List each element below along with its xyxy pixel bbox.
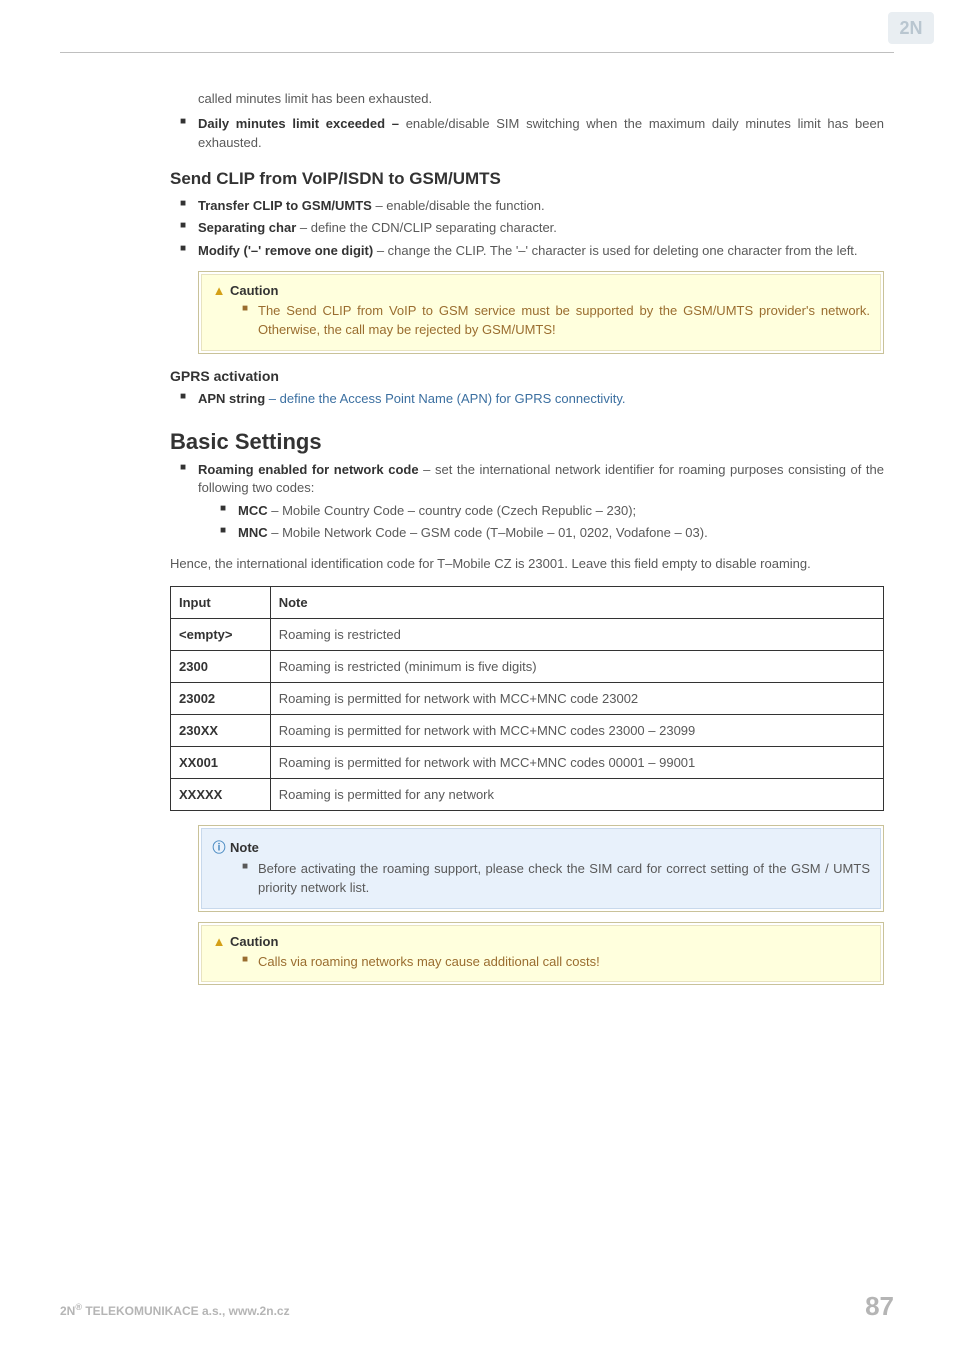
cell-note: Roaming is permitted for network with MC… xyxy=(270,746,883,778)
bullet-text: – Mobile Network Code – GSM code (T–Mobi… xyxy=(268,525,708,540)
bullet-text: – change the CLIP. The '–' character is … xyxy=(373,243,857,258)
table-row: XXXXXRoaming is permitted for any networ… xyxy=(171,778,884,810)
bullet-mcc: MCC – Mobile Country Code – country code… xyxy=(170,502,884,521)
table-row: 230XXRoaming is permitted for network wi… xyxy=(171,714,884,746)
heading-basic-settings: Basic Settings xyxy=(170,429,884,455)
bullet-transfer-clip: Transfer CLIP to GSM/UMTS – enable/disab… xyxy=(170,197,884,216)
note-box-roaming: ⓘ Note Before activating the roaming supp… xyxy=(198,825,884,912)
heading-send-clip: Send CLIP from VoIP/ISDN to GSM/UMTS xyxy=(170,169,884,189)
bullet-modify: Modify ('–' remove one digit) – change t… xyxy=(170,242,884,261)
basic-paragraph: Hence, the international identification … xyxy=(170,555,884,574)
bullet-text: – Mobile Country Code – country code (Cz… xyxy=(268,503,637,518)
page-number: 87 xyxy=(865,1291,894,1322)
bullet-bold: Modify ('–' remove one digit) xyxy=(198,243,373,258)
warning-icon: ▲ xyxy=(212,934,226,949)
bullet-mnc: MNC – Mobile Network Code – GSM code (T–… xyxy=(170,524,884,543)
th-note: Note xyxy=(270,586,883,618)
cell-note: Roaming is permitted for any network xyxy=(270,778,883,810)
cell-input: XX001 xyxy=(171,746,271,778)
bullet-bold: Daily minutes limit exceeded – xyxy=(198,116,406,131)
intro-continuation: called minutes limit has been exhausted. xyxy=(170,90,884,109)
cell-note: Roaming is permitted for network with MC… xyxy=(270,714,883,746)
note-text: Before activating the roaming support, p… xyxy=(212,860,870,898)
cell-input: 23002 xyxy=(171,682,271,714)
footer-company: 2N® TELEKOMUNIKACE a.s., www.2n.cz xyxy=(60,1302,290,1318)
th-input: Input xyxy=(171,586,271,618)
bullet-text-link: – define the Access Point Name (APN) for… xyxy=(265,391,625,406)
cell-note: Roaming is restricted (minimum is five d… xyxy=(270,650,883,682)
heading-gprs: GPRS activation xyxy=(170,368,884,384)
footer-url: TELEKOMUNIKACE a.s., www.2n.cz xyxy=(82,1304,290,1318)
bullet-bold: APN string xyxy=(198,391,265,406)
cell-input: <empty> xyxy=(171,618,271,650)
footer-reg: ® xyxy=(75,1302,82,1312)
caution-title-text: Caution xyxy=(230,283,278,298)
info-icon: ⓘ xyxy=(212,837,226,856)
bullet-apn-string: APN string – define the Access Point Nam… xyxy=(170,390,884,409)
page-footer: 2N® TELEKOMUNIKACE a.s., www.2n.cz 87 xyxy=(60,1291,894,1322)
brand-logo: 2N xyxy=(888,12,934,44)
table-row: <empty>Roaming is restricted xyxy=(171,618,884,650)
caution-title: ▲ Caution xyxy=(212,283,870,298)
caution-box-roaming: ▲ Caution Calls via roaming networks may … xyxy=(198,922,884,986)
page-content: called minutes limit has been exhausted.… xyxy=(170,90,884,995)
table-header-row: Input Note xyxy=(171,586,884,618)
bullet-bold: MCC xyxy=(238,503,268,518)
caution-title: ▲ Caution xyxy=(212,934,870,949)
roaming-table: Input Note <empty>Roaming is restricted … xyxy=(170,586,884,811)
bullet-text: – define the CDN/CLIP separating charact… xyxy=(296,220,557,235)
svg-text:2N: 2N xyxy=(899,18,922,38)
cell-note: Roaming is permitted for network with MC… xyxy=(270,682,883,714)
note-title-text: Note xyxy=(230,840,259,855)
footer-brand: 2N xyxy=(60,1304,75,1318)
bullet-daily-limit: Daily minutes limit exceeded – enable/di… xyxy=(170,115,884,153)
bullet-roaming-enabled: Roaming enabled for network code – set t… xyxy=(170,461,884,499)
cell-input: 2300 xyxy=(171,650,271,682)
header-divider xyxy=(60,52,894,53)
table-row: 23002Roaming is permitted for network wi… xyxy=(171,682,884,714)
bullet-text: – enable/disable the function. xyxy=(372,198,545,213)
warning-icon: ▲ xyxy=(212,283,226,298)
cell-input: 230XX xyxy=(171,714,271,746)
caution-title-text: Caution xyxy=(230,934,278,949)
bullet-bold: Roaming enabled for network code xyxy=(198,462,419,477)
note-title: ⓘ Note xyxy=(212,837,870,856)
bullet-bold: MNC xyxy=(238,525,268,540)
bullet-bold: Separating char xyxy=(198,220,296,235)
bullet-bold: Transfer CLIP to GSM/UMTS xyxy=(198,198,372,213)
caution-box-sendclip: ▲ Caution The Send CLIP from VoIP to GSM … xyxy=(198,271,884,354)
bullet-separating-char: Separating char – define the CDN/CLIP se… xyxy=(170,219,884,238)
caution-text: Calls via roaming networks may cause add… xyxy=(212,953,870,972)
cell-input: XXXXX xyxy=(171,778,271,810)
table-row: XX001Roaming is permitted for network wi… xyxy=(171,746,884,778)
cell-note: Roaming is restricted xyxy=(270,618,883,650)
caution-text: The Send CLIP from VoIP to GSM service m… xyxy=(212,302,870,340)
table-row: 2300Roaming is restricted (minimum is fi… xyxy=(171,650,884,682)
